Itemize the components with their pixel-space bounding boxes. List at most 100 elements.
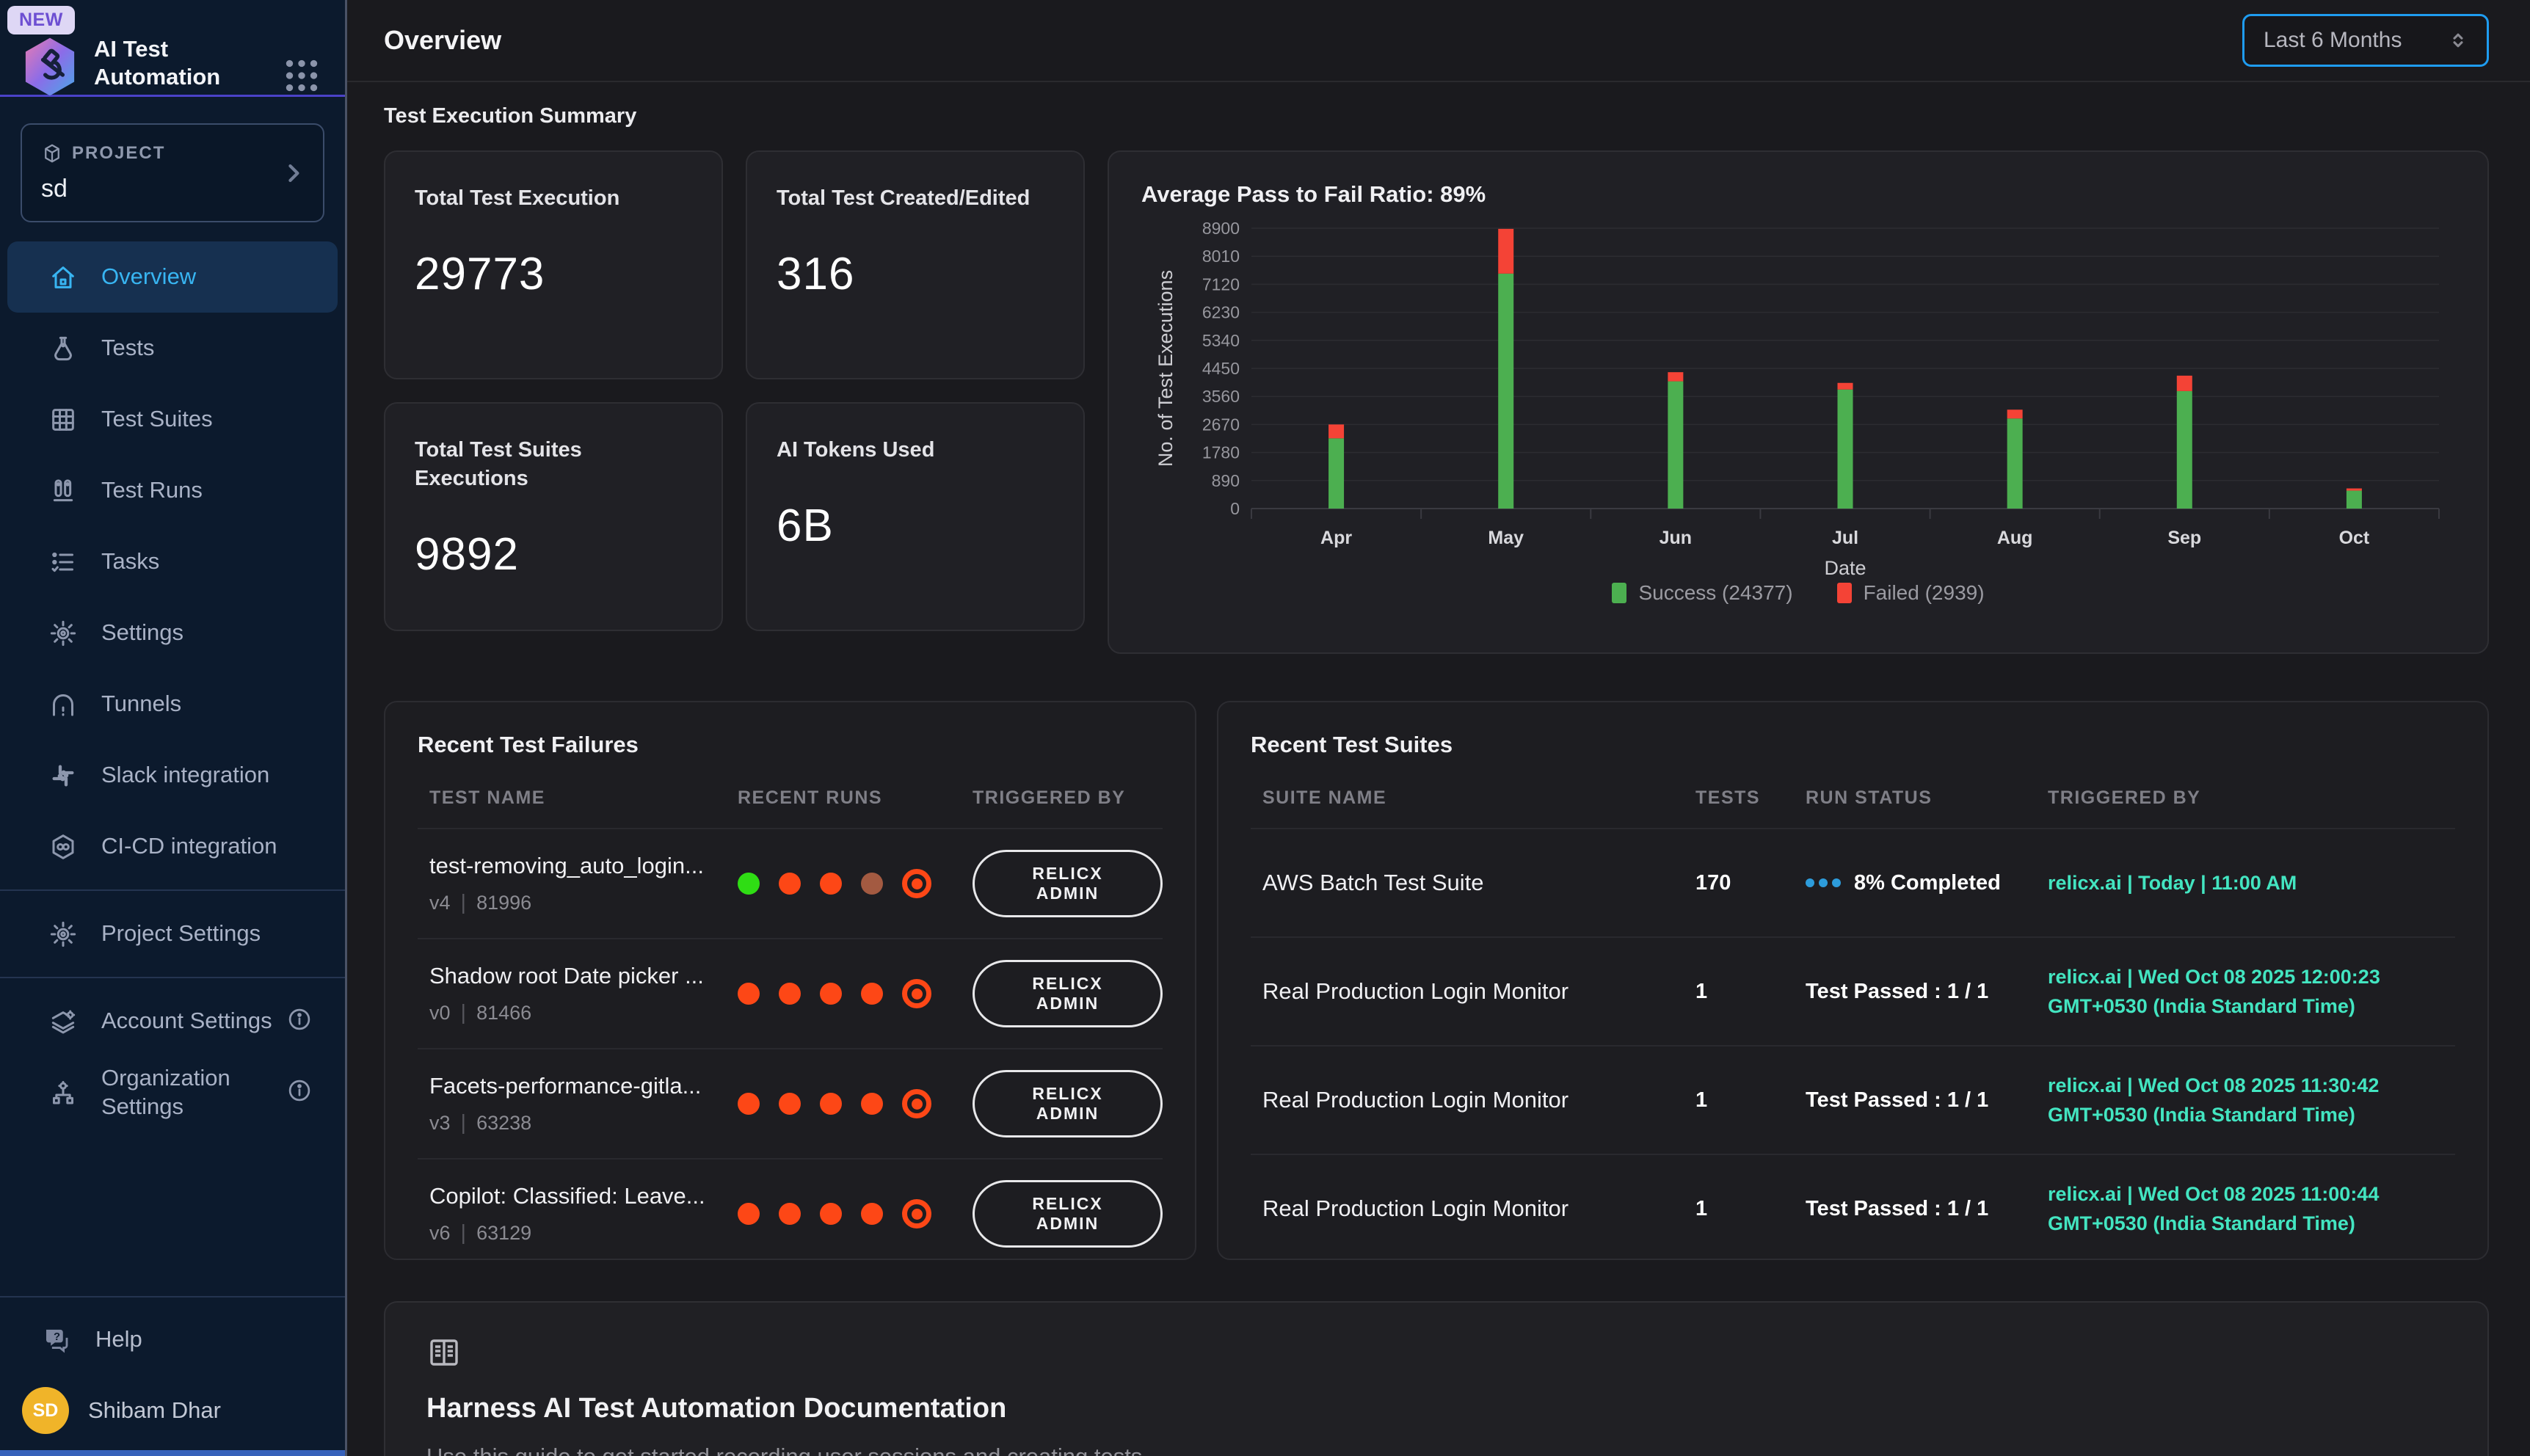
documentation-card: Harness AI Test Automation Documentation…: [384, 1301, 2489, 1456]
svg-text:6230: 6230: [1202, 303, 1240, 322]
run-status-dot-orange[interactable]: [779, 873, 801, 895]
failure-row[interactable]: Shadow root Date picker ...v0|81466RELIC…: [418, 938, 1163, 1048]
sidebar-item-overview[interactable]: Overview: [7, 241, 338, 313]
test-version: v0: [429, 1002, 451, 1024]
svg-text:Date: Date: [1824, 557, 1866, 576]
suite-row[interactable]: Real Production Login Monitor1Test Passe…: [1251, 936, 2455, 1045]
stat-title: Total Test Execution: [415, 184, 692, 213]
info-icon[interactable]: [286, 1006, 313, 1036]
stat-card-total-test-created: Total Test Created/Edited 316: [746, 150, 1085, 379]
sidebar-item-tests[interactable]: Tests: [7, 313, 338, 384]
app-switcher-grid-icon[interactable]: [277, 51, 326, 100]
col-suite-name: SUITE NAME: [1262, 787, 1695, 809]
col-test-name: TEST NAME: [429, 787, 738, 809]
content: Test Execution Summary Total Test Execut…: [347, 82, 2530, 1456]
latest-run-failed-icon[interactable]: [902, 1089, 931, 1118]
sidebar-item-label: Test Runs: [101, 476, 203, 505]
layers-icon: [48, 1007, 78, 1036]
svg-text:Sep: Sep: [2167, 528, 2201, 548]
failure-row[interactable]: test-removing_auto_login...v4|81996RELIC…: [418, 828, 1163, 938]
suite-triggered-by: relicx.ai | Wed Oct 08 2025 12:00:23 GMT…: [2048, 962, 2455, 1022]
run-status-dot-orange[interactable]: [779, 1093, 801, 1115]
run-status-dot-orange[interactable]: [820, 1093, 842, 1115]
chart-legend: Success (24377) Failed (2939): [1141, 581, 2455, 605]
run-status-dot-orange[interactable]: [820, 1203, 842, 1225]
sidebar-nav-secondary: Project Settings: [0, 898, 345, 969]
triggered-by-button[interactable]: RELICX ADMIN: [973, 1180, 1163, 1248]
stat-value: 6B: [777, 500, 1054, 552]
recent-runs: [738, 1089, 973, 1118]
latest-run-failed-icon[interactable]: [902, 979, 931, 1008]
docs-book-icon: [426, 1335, 462, 1370]
chart-title: Average Pass to Fail Ratio: 89%: [1141, 181, 2455, 208]
legend-item: Failed (2939): [1837, 581, 1985, 605]
failure-row[interactable]: Copilot: Classified: Leave...v6|63129REL…: [418, 1158, 1163, 1260]
test-name: Facets-performance-gitla...: [429, 1073, 738, 1099]
latest-run-failed-icon[interactable]: [902, 869, 931, 898]
run-status-dot-orange[interactable]: [820, 983, 842, 1005]
cicd-icon: [48, 832, 78, 862]
run-status-dot-brown[interactable]: [861, 873, 883, 895]
triggered-by-button[interactable]: RELICX ADMIN: [973, 960, 1163, 1027]
run-status-dot-orange[interactable]: [861, 1203, 883, 1225]
sidebar-item-account-settings[interactable]: Account Settings: [7, 986, 338, 1057]
sidebar-item-tunnels[interactable]: Tunnels: [7, 669, 338, 740]
latest-run-failed-icon[interactable]: [902, 1199, 931, 1228]
sidebar-item-tasks[interactable]: Tasks: [7, 526, 338, 597]
suite-row[interactable]: Real Production Login Monitor1Test Passe…: [1251, 1045, 2455, 1154]
run-status-dot-orange[interactable]: [779, 983, 801, 1005]
recent-test-suites-card: Recent Test Suites SUITE NAME TESTS RUN …: [1217, 701, 2489, 1260]
run-status-dot-orange[interactable]: [861, 983, 883, 1005]
docs-title: Harness AI Test Automation Documentation: [426, 1393, 2446, 1424]
suite-name: Real Production Login Monitor: [1262, 1195, 1695, 1222]
suite-name: AWS Batch Test Suite: [1262, 870, 1695, 896]
run-status-dot-orange[interactable]: [738, 983, 760, 1005]
sidebar-item-settings[interactable]: Settings: [7, 597, 338, 669]
col-triggered-by: TRIGGERED BY: [2048, 787, 2455, 809]
suite-row[interactable]: AWS Batch Test Suite1708% Completedrelic…: [1251, 828, 2455, 936]
sidebar-item-slack-integration[interactable]: Slack integration: [7, 740, 338, 811]
svg-text:May: May: [1488, 528, 1524, 548]
sidebar-item-help[interactable]: ? Help: [0, 1305, 345, 1374]
separator: |: [461, 1001, 467, 1025]
stat-title: Total Test Created/Edited: [777, 184, 1054, 213]
suite-triggered-by: relicx.ai | Today | 11:00 AM: [2048, 868, 2455, 898]
suite-row[interactable]: Real Production Login Monitor1Test Passe…: [1251, 1154, 2455, 1260]
user-menu[interactable]: SD Shibam Dhar: [0, 1374, 345, 1456]
legend-item: Success (24377): [1612, 581, 1792, 605]
help-chat-icon: ?: [41, 1324, 72, 1355]
triggered-by-button[interactable]: RELICX ADMIN: [973, 850, 1163, 917]
run-status-dot-orange[interactable]: [779, 1203, 801, 1225]
suite-run-status: 8% Completed: [1806, 871, 2048, 895]
suite-triggered-by: relicx.ai | Wed Oct 08 2025 11:00:44 GMT…: [2048, 1179, 2455, 1239]
avatar: SD: [22, 1387, 69, 1434]
test-version: v6: [429, 1222, 451, 1245]
sidebar-item-ci-cd-integration[interactable]: CI-CD integration: [7, 811, 338, 882]
stat-card-ai-tokens: AI Tokens Used 6B: [746, 402, 1085, 631]
suites-header-row: SUITE NAME TESTS RUN STATUS TRIGGERED BY: [1251, 787, 2455, 828]
chevron-right-icon: [280, 161, 305, 186]
failure-row[interactable]: Facets-performance-gitla...v3|63238RELIC…: [418, 1048, 1163, 1158]
flask-icon: [48, 334, 78, 363]
status-text: Test Passed : 1 / 1: [1806, 980, 1988, 1004]
date-range-select[interactable]: Last 6 Months: [2242, 14, 2489, 67]
home-icon: [48, 263, 78, 292]
run-status-dot-orange[interactable]: [738, 1093, 760, 1115]
sidebar-item-label: Tunnels: [101, 690, 181, 718]
info-icon[interactable]: [286, 1077, 313, 1107]
run-status-dot-orange[interactable]: [861, 1093, 883, 1115]
run-status-dot-orange[interactable]: [738, 1203, 760, 1225]
sidebar-item-test-runs[interactable]: Test Runs: [7, 455, 338, 526]
suites-rows: AWS Batch Test Suite1708% Completedrelic…: [1251, 828, 2455, 1260]
run-status-dot-orange[interactable]: [820, 873, 842, 895]
run-status-dot-green[interactable]: [738, 873, 760, 895]
sidebar-item-label: Overview: [101, 263, 196, 291]
sidebar-item-organization-settings[interactable]: Organization Settings: [7, 1057, 338, 1128]
triggered-by-button[interactable]: RELICX ADMIN: [973, 1070, 1163, 1138]
sidebar-item-test-suites[interactable]: Test Suites: [7, 384, 338, 455]
legend-label: Failed (2939): [1864, 581, 1985, 605]
test-run-id: 63129: [476, 1222, 531, 1245]
pass-fail-bar-chart: 0890178026703560445053406230712080108900…: [1141, 215, 2455, 580]
sidebar-item-project-settings[interactable]: Project Settings: [7, 898, 338, 969]
project-selector[interactable]: PROJECT sd: [21, 123, 324, 222]
